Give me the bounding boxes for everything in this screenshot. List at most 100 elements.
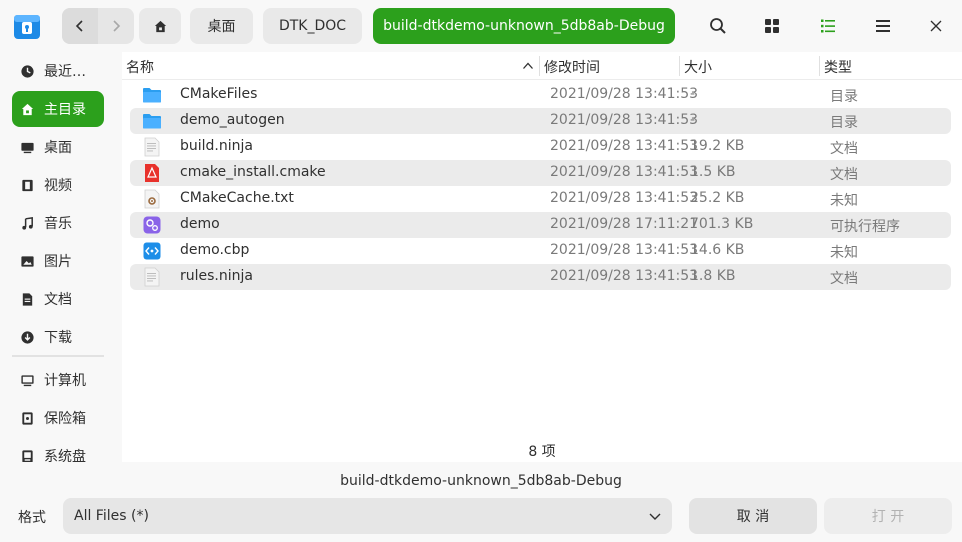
breadcrumb-dtk-doc[interactable]: DTK_DOC — [263, 8, 362, 44]
sidebar-item-music[interactable]: 音乐 — [12, 205, 104, 241]
file-type: 目录 — [830, 89, 858, 105]
code-file-icon — [143, 242, 161, 260]
table-row[interactable]: CMakeCache.txt 2021/09/28 13:41:53 25.2 … — [130, 186, 951, 212]
breadcrumb-desktop[interactable]: 桌面 — [190, 8, 253, 44]
column-size-header[interactable]: 大小 — [684, 57, 712, 77]
file-size: 701.3 KB — [690, 216, 754, 232]
sidebar-item-downloads[interactable]: 下载 — [12, 319, 104, 355]
column-separator[interactable] — [819, 56, 820, 76]
document-icon — [19, 291, 35, 307]
sidebar-item-desktop[interactable]: 桌面 — [12, 129, 104, 165]
table-row[interactable]: build.ninja 2021/09/28 13:41:53 19.2 KB … — [130, 134, 951, 160]
icon-view-button[interactable] — [760, 14, 784, 38]
search-button[interactable] — [706, 14, 730, 38]
back-button[interactable] — [62, 8, 98, 44]
column-separator[interactable] — [539, 56, 540, 76]
folder-icon — [143, 88, 161, 103]
table-row[interactable]: cmake_install.cmake 2021/09/28 13:41:53 … — [130, 160, 951, 186]
file-mtime: 2021/09/28 13:41:53 — [550, 112, 699, 128]
sidebar-item-recent[interactable]: 最近… — [12, 53, 104, 89]
config-file-icon — [144, 189, 160, 209]
sidebar-item-system-disk[interactable]: 系统盘 — [12, 438, 104, 462]
file-size: 1.5 KB — [690, 164, 736, 180]
file-mtime: 2021/09/28 13:41:53 — [550, 164, 699, 180]
item-count: 8 项 — [528, 444, 556, 460]
sidebar-item-label: 文档 — [44, 292, 72, 308]
detail-view-button[interactable] — [871, 14, 895, 38]
text-file-icon — [144, 137, 160, 157]
table-row[interactable]: CMakeFiles 2021/09/28 13:41:53 - 目录 — [130, 82, 951, 108]
sidebar-item-videos[interactable]: 视频 — [12, 167, 104, 203]
file-mtime: 2021/09/28 13:41:53 — [550, 190, 699, 206]
folder-icon — [143, 114, 161, 129]
column-type-header[interactable]: 类型 — [824, 57, 852, 77]
chevron-down-icon — [649, 513, 661, 520]
sidebar-divider — [12, 355, 104, 357]
sidebar-item-label: 最近… — [44, 64, 86, 80]
file-name: CMakeFiles — [180, 86, 258, 102]
file-mtime: 2021/09/28 17:11:21 — [550, 216, 699, 232]
file-size: 14.6 KB — [690, 242, 745, 258]
sidebar-item-home[interactable]: 主目录 — [12, 91, 104, 127]
column-name-header[interactable]: 名称 — [126, 57, 154, 77]
list-view-button[interactable] — [816, 14, 840, 38]
column-mtime-header[interactable]: 修改时间 — [544, 57, 600, 77]
details-panel-icon — [876, 20, 890, 32]
forward-button[interactable] — [98, 8, 134, 44]
cmake-file-icon — [145, 164, 159, 182]
sidebar-item-label: 视频 — [44, 178, 72, 194]
table-row[interactable]: rules.ninja 2021/09/28 13:41:53 1.8 KB 文… — [130, 264, 951, 290]
file-name: build.ninja — [180, 138, 253, 154]
file-list-view: 名称 修改时间 大小 类型 CMakeFiles 2021/09/28 13:4… — [122, 52, 962, 462]
file-type: 文档 — [830, 167, 858, 183]
sidebar-item-label: 图片 — [44, 254, 72, 270]
table-row[interactable]: demo.cbp 2021/09/28 13:41:53 14.6 KB 未知 — [130, 238, 951, 264]
file-mtime: 2021/09/28 13:41:53 — [550, 138, 699, 154]
file-filter-value: All Files (*) — [74, 508, 149, 524]
sidebar-item-label: 计算机 — [44, 373, 86, 389]
disk-icon — [19, 448, 35, 462]
file-size: 1.8 KB — [690, 268, 736, 284]
current-directory-label: build-dtkdemo-unknown_5db8ab-Debug — [340, 473, 622, 489]
search-icon — [710, 18, 726, 34]
sidebar-item-documents[interactable]: 文档 — [12, 281, 104, 317]
close-icon — [930, 20, 942, 32]
sidebar-item-computer[interactable]: 计算机 — [12, 362, 104, 398]
home-icon — [154, 20, 166, 32]
file-manager-logo-icon — [12, 11, 42, 41]
music-icon — [19, 215, 35, 231]
title-bar: 桌面 DTK_DOC build-dtkdemo-unknown_5db8ab-… — [0, 0, 962, 52]
file-type: 未知 — [830, 245, 858, 261]
navigation-buttons — [62, 8, 134, 44]
breadcrumb-home[interactable] — [139, 8, 181, 44]
executable-icon — [143, 216, 161, 234]
computer-icon — [19, 372, 35, 388]
sidebar-item-label: 系统盘 — [44, 449, 86, 462]
file-type: 可执行程序 — [830, 219, 900, 235]
table-row[interactable]: demo_autogen 2021/09/28 13:41:53 - 目录 — [130, 108, 951, 134]
breadcrumb-current-folder[interactable]: build-dtkdemo-unknown_5db8ab-Debug — [373, 8, 675, 44]
file-filter-select[interactable]: All Files (*) — [63, 498, 672, 534]
chevron-left-icon — [75, 20, 83, 32]
desktop-icon — [19, 139, 35, 155]
home-icon — [19, 101, 35, 117]
sidebar-item-safe[interactable]: 保险箱 — [12, 400, 104, 436]
sidebar-item-label: 下载 — [44, 330, 72, 346]
file-name: demo.cbp — [180, 242, 250, 258]
sidebar-item-pictures[interactable]: 图片 — [12, 243, 104, 279]
open-button[interactable]: 打 开 — [824, 498, 952, 534]
close-button[interactable] — [924, 14, 948, 38]
format-label: 格式 — [18, 510, 46, 526]
file-mtime: 2021/09/28 13:41:53 — [550, 268, 699, 284]
file-name: CMakeCache.txt — [180, 190, 294, 206]
sort-ascending-icon[interactable] — [522, 60, 534, 72]
file-size: - — [690, 112, 696, 128]
column-separator[interactable] — [679, 56, 680, 76]
safe-icon — [19, 410, 35, 426]
sidebar-item-label: 音乐 — [44, 216, 72, 232]
download-icon — [19, 329, 35, 345]
sidebar-item-label: 桌面 — [44, 140, 72, 156]
cancel-button[interactable]: 取 消 — [689, 498, 817, 534]
table-row[interactable]: demo 2021/09/28 17:11:21 701.3 KB 可执行程序 — [130, 212, 951, 238]
file-name: demo — [180, 216, 220, 232]
